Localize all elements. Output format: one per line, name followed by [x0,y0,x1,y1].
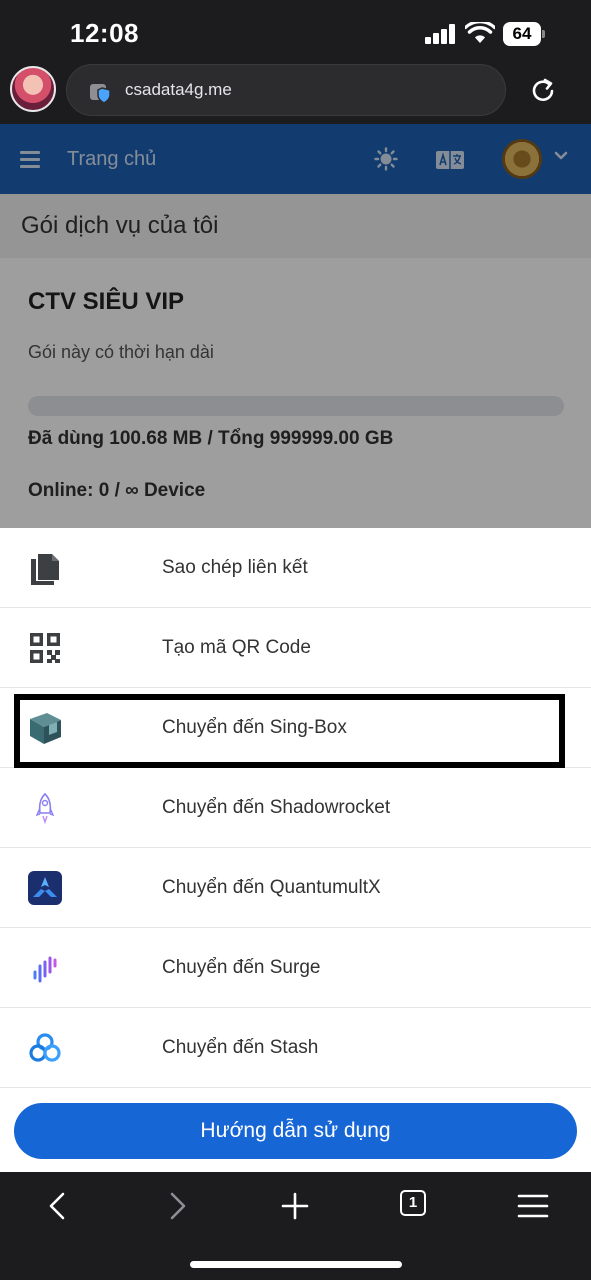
shadowrocket-icon [35,792,55,825]
cellular-signal-icon [425,24,457,44]
stash-icon [29,1033,61,1062]
privacy-shield-icon [90,84,111,104]
tab-switcher-button[interactable]: 1 [400,1190,426,1216]
url-field[interactable]: csadata4g.me [66,64,506,116]
menu-label: Chuyển đến Shadowrocket [162,797,391,818]
menu-item-copy-link[interactable]: Sao chép liên kết [0,528,591,608]
quantumultx-icon [28,871,62,905]
menu-label: Chuyển đến Surge [162,957,321,978]
menu-item-quantumultx[interactable]: Chuyển đến QuantumultX [0,848,591,928]
menu-label: Chuyển đến QuantumultX [162,877,381,898]
browser-toolbar: 1 [0,1172,591,1280]
battery-level: 64 [503,22,541,46]
reload-icon[interactable] [528,76,558,106]
new-tab-icon[interactable] [275,1188,315,1224]
qr-code-icon [30,633,60,663]
menu-label: Sao chép liên kết [162,557,308,578]
menu-item-surge[interactable]: Chuyển đến Surge [0,928,591,1008]
battery-icon: 64 [503,22,545,46]
back-icon[interactable] [38,1188,78,1224]
menu-label: Chuyển đến Stash [162,1037,319,1058]
hamburger-menu-icon[interactable] [513,1188,553,1224]
menu-label: Tạo mã QR Code [162,637,311,658]
browser-address-bar: csadata4g.me [0,62,591,124]
surge-icon [33,956,57,983]
menu-item-qr-code[interactable]: Tạo mã QR Code [0,608,591,688]
menu-item-stash[interactable]: Chuyển đến Stash [0,1008,591,1088]
menu-item-shadowrocket[interactable]: Chuyển đến Shadowrocket [0,768,591,848]
modal-backdrop[interactable] [0,124,591,528]
selection-highlight-box [14,694,565,768]
status-bar: 12:08 64 [0,0,591,62]
action-sheet: Sao chép liên kết Tạo mã QR Code Chuyển … [0,528,591,1172]
user-guide-button[interactable]: Hướng dẫn sử dụng [14,1103,577,1159]
forward-icon[interactable] [157,1188,197,1224]
url-text: csadata4g.me [125,80,232,99]
copy-icon [31,554,59,585]
home-indicator [190,1261,402,1268]
avatar[interactable] [10,66,56,112]
status-time: 12:08 [70,18,139,48]
wifi-icon [465,22,495,43]
